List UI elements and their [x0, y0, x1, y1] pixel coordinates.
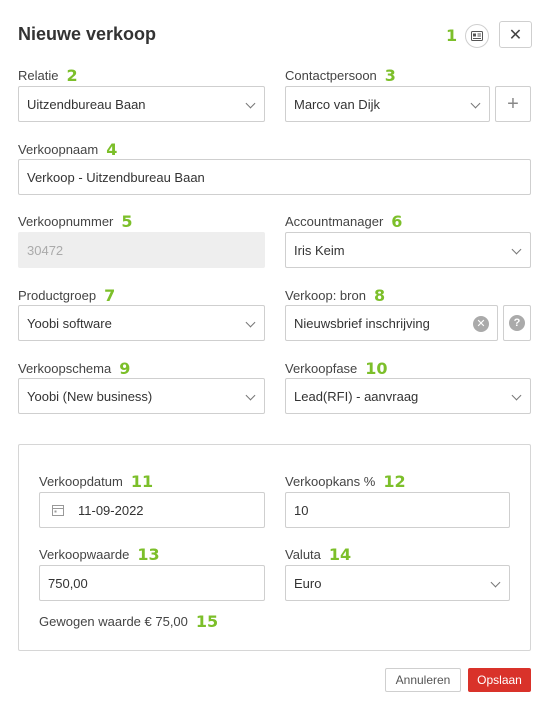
- verkoopfase-select[interactable]: Lead(RFI) - aanvraag: [285, 378, 531, 414]
- annotation-12: 12: [383, 472, 406, 491]
- annotation-13: 13: [137, 545, 160, 564]
- help-icon: ?: [509, 315, 525, 331]
- valuta-select[interactable]: Euro: [285, 565, 510, 601]
- annotation-6: 6: [391, 212, 403, 231]
- verkoopwaarde-label: Verkoopwaarde 13: [39, 545, 160, 564]
- verkoopnummer-field: 30472: [18, 232, 265, 268]
- chevron-down-icon: [245, 98, 256, 109]
- accountmanager-select[interactable]: Iris Keim: [285, 232, 531, 268]
- annotation-3: 3: [384, 66, 396, 85]
- annotation-7: 7: [104, 286, 116, 305]
- cancel-button[interactable]: Annuleren: [385, 668, 461, 692]
- annotation-8: 8: [373, 286, 386, 305]
- save-button[interactable]: Opslaan: [468, 668, 531, 692]
- contactpersoon-label: Contactpersoon 3: [285, 66, 396, 85]
- verkoopschema-label: Verkoopschema 9: [18, 359, 131, 378]
- bron-select[interactable]: Nieuwsbrief inschrijving ✕: [285, 305, 498, 341]
- contact-card-icon: [471, 31, 483, 41]
- close-button[interactable]: ✕: [499, 21, 532, 48]
- bron-label: Verkoop: bron 8: [285, 286, 386, 305]
- verkoopschema-select[interactable]: Yoobi (New business): [18, 378, 265, 414]
- verkoopdatum-label: Verkoopdatum 11: [39, 472, 154, 491]
- relatie-select[interactable]: Uitzendbureau Baan: [18, 86, 265, 122]
- annotation-9: 9: [119, 359, 131, 378]
- annotation-4: 4: [106, 140, 118, 159]
- productgroep-select[interactable]: Yoobi software: [18, 305, 265, 341]
- annotation-5: 5: [121, 212, 133, 231]
- annotation-14: 14: [328, 545, 352, 564]
- annotation-1: 1: [446, 26, 458, 45]
- add-contact-button[interactable]: +: [495, 86, 531, 122]
- verkoopwaarde-input[interactable]: 750,00: [39, 565, 265, 601]
- verkoopnaam-label: Verkoopnaam 4: [18, 140, 118, 159]
- annotation-2: 2: [66, 66, 78, 85]
- close-icon: ✕: [508, 26, 523, 44]
- accountmanager-label: Accountmanager 6: [285, 212, 403, 231]
- verkoopnummer-label: Verkoopnummer 5: [18, 212, 133, 231]
- valuta-label: Valuta 14: [285, 545, 352, 564]
- chevron-down-icon: [470, 98, 481, 109]
- chevron-down-icon: [245, 390, 256, 401]
- verkoopkans-label: Verkoopkans % 12: [285, 472, 406, 491]
- annotation-10: 10: [365, 359, 388, 378]
- dialog-title: Nieuwe verkoop: [18, 24, 157, 44]
- annotation-11: 11: [130, 472, 154, 491]
- verkoopdatum-input[interactable]: 11-09-2022: [39, 492, 265, 528]
- weighted-value: Gewogen waarde € 75,00 15: [39, 612, 219, 631]
- clear-icon[interactable]: ✕: [473, 316, 489, 332]
- productgroep-label: Productgroep 7: [18, 286, 116, 305]
- chevron-down-icon: [245, 317, 256, 328]
- chevron-down-icon: [511, 390, 522, 401]
- relatie-label: Relatie 2: [18, 66, 78, 85]
- chevron-down-icon: [490, 577, 501, 588]
- annotation-15: 15: [195, 612, 219, 631]
- help-button[interactable]: ?: [503, 305, 531, 341]
- contactpersoon-select[interactable]: Marco van Dijk: [285, 86, 490, 122]
- verkoopfase-label: Verkoopfase 10: [285, 359, 388, 378]
- calendar-icon: [52, 505, 64, 516]
- contact-card-button[interactable]: [465, 24, 489, 48]
- verkoopnaam-input[interactable]: Verkoop - Uitzendbureau Baan: [18, 159, 531, 195]
- plus-icon: +: [507, 92, 519, 115]
- chevron-down-icon: [511, 244, 522, 255]
- verkoopkans-input[interactable]: 10: [285, 492, 510, 528]
